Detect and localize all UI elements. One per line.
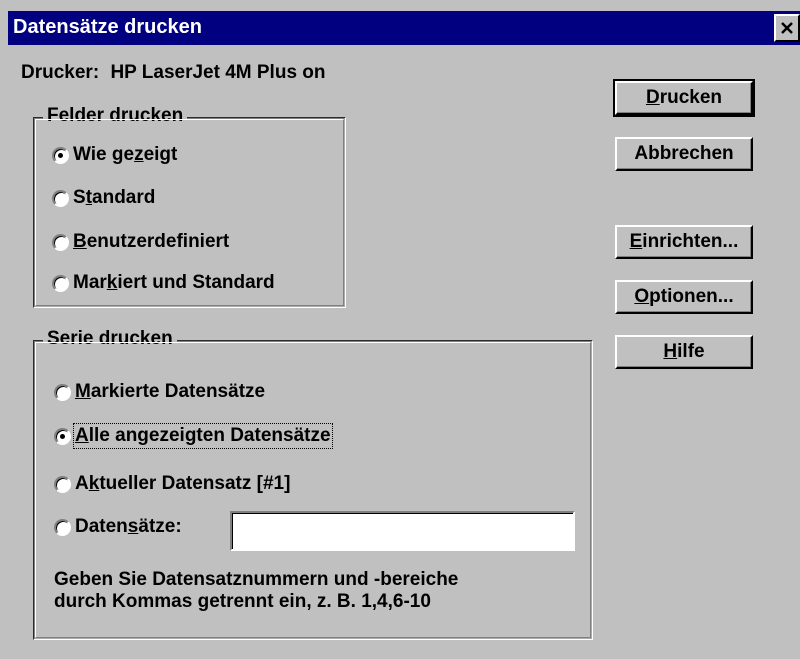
dialog-title: Datensätze drucken (13, 16, 202, 38)
close-icon (781, 22, 793, 34)
print-button-label: Drucken (645, 87, 723, 108)
radio-label: Markierte Datensätze (75, 381, 266, 402)
radio-marked-records[interactable]: Markierte Datensätze (54, 381, 265, 403)
radio-button-icon[interactable] (54, 518, 71, 536)
records-hint-line-2: durch Kommas getrennt ein, z. B. 1,4,6-1… (54, 591, 431, 612)
radio-button-icon[interactable] (54, 475, 71, 493)
radio-button-icon[interactable] (52, 189, 69, 207)
cancel-button[interactable]: Abbrechen (615, 137, 753, 171)
radio-label: Datensätze: (75, 516, 182, 537)
printer-label: Drucker: (21, 62, 100, 83)
options-button-label: Optionen... (634, 286, 734, 307)
help-button[interactable]: Hilfe (615, 335, 753, 369)
radio-label: Aktueller Datensatz [#1] (75, 473, 291, 494)
radio-marked-and-standard[interactable]: Markiert und Standard (52, 272, 275, 294)
print-records-dialog: Datensätze drucken Drucker: HP LaserJet … (0, 0, 800, 659)
print-series-legend: Serie drucken (43, 328, 177, 350)
radio-as-shown[interactable]: Wie gezeigt (52, 144, 177, 166)
setup-button-label: Einrichten... (629, 231, 739, 252)
help-button-label: Hilfe (663, 341, 705, 362)
records-hint-line-1: Geben Sie Datensatznummern und -bereiche (54, 569, 459, 590)
radio-label: Wie gezeigt (73, 144, 178, 165)
radio-all-shown-records[interactable]: Alle angezeigten Datensätze (54, 423, 333, 449)
records-hint: Geben Sie Datensatznummern und -bereiche… (54, 569, 458, 613)
radio-button-icon[interactable] (52, 274, 69, 292)
print-fields-legend: Felder drucken (43, 105, 188, 127)
radio-current-record[interactable]: Aktueller Datensatz [#1] (54, 473, 290, 495)
print-button[interactable]: Drucken (613, 79, 755, 117)
radio-button-checked-icon[interactable] (52, 146, 69, 164)
records-input[interactable] (230, 511, 575, 551)
title-bar[interactable]: Datensätze drucken (8, 11, 800, 45)
radio-button-icon[interactable] (54, 383, 71, 401)
radio-records-range[interactable]: Datensätze: (54, 516, 182, 538)
options-button[interactable]: Optionen... (615, 280, 753, 314)
radio-label: Markiert und Standard (73, 272, 275, 293)
radio-label: Standard (73, 187, 156, 208)
printer-line: Drucker: HP LaserJet 4M Plus on (21, 62, 326, 84)
close-button[interactable] (774, 14, 800, 42)
cancel-button-label: Abbrechen (634, 143, 734, 164)
printer-name: HP LaserJet 4M Plus on (110, 62, 326, 83)
radio-label: Alle angezeigten Datensätze (73, 423, 333, 449)
setup-button[interactable]: Einrichten... (615, 225, 753, 259)
radio-standard[interactable]: Standard (52, 187, 155, 209)
radio-user-defined[interactable]: Benutzerdefiniert (52, 231, 229, 253)
radio-button-checked-icon[interactable] (54, 427, 71, 445)
radio-label: Benutzerdefiniert (73, 231, 230, 252)
radio-button-icon[interactable] (52, 233, 69, 251)
